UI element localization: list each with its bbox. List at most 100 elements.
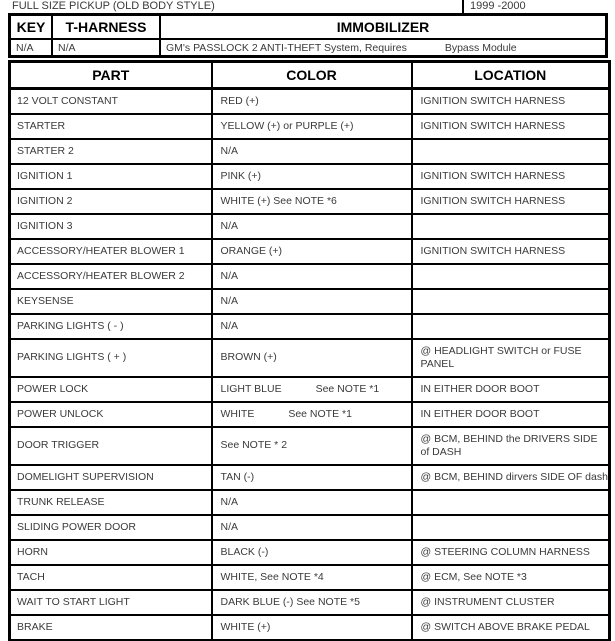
cell-color: RED (+) (210, 87, 413, 115)
table-row: DOOR TRIGGER See NOTE * 2 @ BCM, BEHIND th… (8, 425, 611, 466)
cell-part: HORN (8, 538, 213, 566)
table-row: TRUNK RELEASE N/A (8, 488, 611, 516)
cell-part: IGNITION 2 (8, 187, 213, 215)
table-body: 12 VOLT CONSTANT RED (+) IGNITION SWITCH H… (8, 87, 611, 641)
table-row: IGNITION 3 N/A (8, 212, 611, 240)
cell-part: POWER UNLOCK (8, 400, 213, 428)
cell-part: 12 VOLT CONSTANT (8, 87, 213, 115)
cell-color: WHITE, See NOTE *4 (210, 563, 413, 591)
cell-part: STARTER (8, 112, 213, 140)
table-row: STARTER 2 N/A (8, 137, 611, 165)
vehicle-name: FULL SIZE PICKUP (OLD BODY STYLE) (8, 0, 464, 13)
table-row: PARKING LIGHTS ( + ) BROWN (+) @ HEADLIGHT… (8, 337, 611, 378)
cell-location: IGNITION SWITCH HARNESS (410, 87, 611, 115)
cell-color: PINK (+) (210, 162, 413, 190)
cell-location: @ INSTRUMENT CLUSTER (410, 588, 611, 616)
table-row: IGNITION 1 PINK (+) IGNITION SWITCH HARNES… (8, 162, 611, 190)
cell-color: LIGHT BLUE See NOTE *1 (210, 375, 413, 403)
cell-location: IN EITHER DOOR BOOT (410, 400, 611, 428)
cell-location: @ STEERING COLUMN HARNESS (410, 538, 611, 566)
cell-color: WHITE See NOTE *1 (210, 400, 413, 428)
color-value: WHITE (220, 407, 255, 420)
cell-color: ORANGE (+) (210, 237, 413, 265)
cell-color: TAN (-) (210, 463, 413, 491)
table-row: ACCESSORY/HEATER BLOWER 1 ORANGE (+) IGNIT… (8, 237, 611, 265)
cell-location (410, 513, 611, 541)
cell-color: WHITE (+) (210, 613, 413, 641)
column-header-color: COLOR (210, 60, 413, 90)
cell-color: See NOTE * 2 (210, 425, 413, 466)
t-harness-value: N/A (53, 40, 161, 55)
table-row: ACCESSORY/HEATER BLOWER 2 N/A (8, 262, 611, 290)
cell-color: WHITE (+) See NOTE *6 (210, 187, 413, 215)
immobilizer-bypass-text: Bypass Module (444, 41, 517, 54)
column-header-part: PART (8, 60, 213, 90)
table-row: WAIT TO START LIGHT DARK BLUE (-) See NOT… (8, 588, 611, 616)
cell-part: BRAKE (8, 613, 213, 641)
table-row: IGNITION 2 WHITE (+) See NOTE *6 IGNITION … (8, 187, 611, 215)
table-header: PART COLOR LOCATION (8, 60, 611, 90)
table-row: HORN BLACK (-) @ STEERING COLUMN HARNESS (8, 538, 611, 566)
cell-location (410, 262, 611, 290)
cell-color: N/A (210, 137, 413, 165)
immobilizer-value-row: N/A N/A GM's PASSLOCK 2 ANTI-THEFT Syste… (8, 40, 608, 58)
table-header-row: PART COLOR LOCATION (8, 60, 611, 90)
cell-location (410, 312, 611, 340)
wiring-parts-table: PART COLOR LOCATION 12 VOLT CONSTANT RED … (8, 60, 611, 641)
cell-part: ACCESSORY/HEATER BLOWER 2 (8, 262, 213, 290)
cell-location: IGNITION SWITCH HARNESS (410, 187, 611, 215)
cell-location: @ ECM, See NOTE *3 (410, 563, 611, 591)
cell-part: IGNITION 3 (8, 212, 213, 240)
cell-part: ACCESSORY/HEATER BLOWER 1 (8, 237, 213, 265)
cell-color: DARK BLUE (-) See NOTE *5 (210, 588, 413, 616)
wiring-chart-sheet: FULL SIZE PICKUP (OLD BODY STYLE) 1999 -… (0, 0, 615, 641)
cell-part: PARKING LIGHTS ( - ) (8, 312, 213, 340)
table-row: POWER LOCK LIGHT BLUE See NOTE *1 IN EITHER… (8, 375, 611, 403)
cell-location (410, 488, 611, 516)
cell-location: @ BCM, BEHIND the DRIVERS SIDE of DASH (410, 425, 611, 466)
cell-part: IGNITION 1 (8, 162, 213, 190)
cell-location (410, 137, 611, 165)
cell-part: DOOR TRIGGER (8, 425, 213, 466)
table-row: TACH WHITE, See NOTE *4 @ ECM, See NOTE *3 (8, 563, 611, 591)
table-row: SLIDING POWER DOOR N/A (8, 513, 611, 541)
immobilizer-value: GM's PASSLOCK 2 ANTI-THEFT System, Requi… (161, 40, 605, 55)
cell-part: STARTER 2 (8, 137, 213, 165)
key-column-header: KEY (11, 16, 53, 38)
cell-part: DOMELIGHT SUPERVISION (8, 463, 213, 491)
cell-part: POWER LOCK (8, 375, 213, 403)
t-harness-column-header: T-HARNESS (53, 16, 161, 38)
table-row: KEYSENSE N/A (8, 287, 611, 315)
model-years: 1999 -2000 (470, 0, 526, 12)
immobilizer-header-row: KEY T-HARNESS IMMOBILIZER (8, 16, 608, 40)
table-row: DOMELIGHT SUPERVISION TAN (-) @ BCM, BEHIN… (8, 463, 611, 491)
cell-part: TACH (8, 563, 213, 591)
cell-color: BROWN (+) (210, 337, 413, 378)
cell-part: KEYSENSE (8, 287, 213, 315)
cell-location: @ SWITCH ABOVE BRAKE PEDAL (410, 613, 611, 641)
cell-color: N/A (210, 212, 413, 240)
vehicle-title-bar: FULL SIZE PICKUP (OLD BODY STYLE) 1999 -… (8, 0, 608, 16)
cell-color: N/A (210, 513, 413, 541)
cell-part: TRUNK RELEASE (8, 488, 213, 516)
immobilizer-system-text: GM's PASSLOCK 2 ANTI-THEFT System, Requi… (166, 41, 407, 54)
column-header-location: LOCATION (410, 60, 611, 90)
cell-part: WAIT TO START LIGHT (8, 588, 213, 616)
cell-color: N/A (210, 287, 413, 315)
cell-color: N/A (210, 312, 413, 340)
key-value: N/A (11, 40, 53, 55)
cell-location: IN EITHER DOOR BOOT (410, 375, 611, 403)
table-row: PARKING LIGHTS ( - ) N/A (8, 312, 611, 340)
table-row: BRAKE WHITE (+) @ SWITCH ABOVE BRAKE PEDAL (8, 613, 611, 641)
cell-location: IGNITION SWITCH HARNESS (410, 237, 611, 265)
color-value: LIGHT BLUE (220, 382, 282, 395)
cell-location: IGNITION SWITCH HARNESS (410, 162, 611, 190)
cell-part: SLIDING POWER DOOR (8, 513, 213, 541)
color-note: See NOTE *1 (315, 382, 380, 395)
table-row: 12 VOLT CONSTANT RED (+) IGNITION SWITCH H… (8, 87, 611, 115)
cell-location (410, 287, 611, 315)
cell-color: N/A (210, 262, 413, 290)
color-note: See NOTE *1 (288, 407, 352, 420)
cell-location: @ BCM, BEHIND dirvers SIDE OF dash (410, 463, 611, 491)
cell-part: PARKING LIGHTS ( + ) (8, 337, 213, 378)
